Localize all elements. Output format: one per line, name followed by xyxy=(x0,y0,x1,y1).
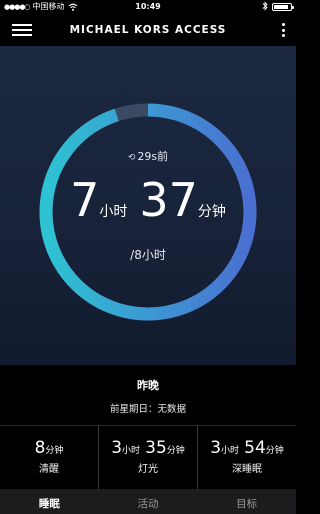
tab-goals[interactable]: 目标 xyxy=(197,489,296,514)
stat-unit: 小时 xyxy=(122,446,141,456)
sync-status: ⟲ 29s前 xyxy=(0,148,296,164)
stat-number: 8 xyxy=(34,438,46,458)
status-bar: ●●●●○ 中国移动 10:49 xyxy=(0,0,296,14)
stat-value: 8分钟 xyxy=(0,438,98,458)
sleep-stats: 8分钟 清醒 3小时 35分钟 灯光 3小时 54分钟 深睡眠 xyxy=(0,425,296,489)
sleep-ring-panel: ⟲ 29s前 7小时 37分钟 /8小时 xyxy=(0,46,296,365)
app-header: MICHAEL KORS ACCESS xyxy=(0,14,296,46)
stat-number: 3 xyxy=(111,438,123,458)
tab-sleep[interactable]: 睡眠 xyxy=(0,489,99,514)
stat-deep[interactable]: 3小时 54分钟 深睡眠 xyxy=(197,426,296,489)
stat-light[interactable]: 3小时 35分钟 灯光 xyxy=(98,426,197,489)
status-right xyxy=(262,0,294,11)
summary-subtitle: 前星期日：无数据 xyxy=(109,404,186,415)
minutes-unit: 分钟 xyxy=(197,204,226,220)
sync-icon: ⟲ xyxy=(127,153,136,163)
brand-title: MICHAEL KORS ACCESS xyxy=(69,24,227,36)
battery-level xyxy=(274,5,288,9)
stat-label: 深睡眠 xyxy=(232,464,262,475)
sleep-duration: 7小时 37分钟 xyxy=(0,172,296,228)
tab-activity[interactable]: 活动 xyxy=(99,489,198,514)
stat-label: 灯光 xyxy=(138,464,158,475)
stat-unit: 分钟 xyxy=(166,446,185,456)
hours-unit: 小时 xyxy=(99,204,128,220)
status-time: 10:49 xyxy=(135,2,161,11)
hours-value: 7 xyxy=(70,173,100,227)
summary-title: 昨晚 xyxy=(137,379,159,392)
stat-number: 35 xyxy=(145,438,167,458)
sleep-goal: /8小时 xyxy=(130,248,166,262)
bluetooth-icon xyxy=(262,0,268,11)
stat-awake[interactable]: 8分钟 清醒 xyxy=(0,426,98,489)
synced-ago-text: 29s前 xyxy=(137,150,169,163)
summary-section: 昨晚 前星期日：无数据 xyxy=(0,365,296,425)
battery-icon xyxy=(272,3,294,11)
stat-unit: 分钟 xyxy=(265,446,284,456)
stat-number: 3 xyxy=(210,438,222,458)
minutes-value: 37 xyxy=(139,173,198,227)
stat-value: 3小时 54分钟 xyxy=(198,438,296,458)
stat-unit: 小时 xyxy=(221,446,240,456)
stat-number: 54 xyxy=(244,438,266,458)
stat-unit: 分钟 xyxy=(45,446,64,456)
stat-label: 清醒 xyxy=(39,464,59,475)
bottom-tabs: 睡眠 活动 目标 xyxy=(0,489,296,514)
stat-value: 3小时 35分钟 xyxy=(99,438,197,458)
more-vertical-icon[interactable] xyxy=(280,22,286,38)
